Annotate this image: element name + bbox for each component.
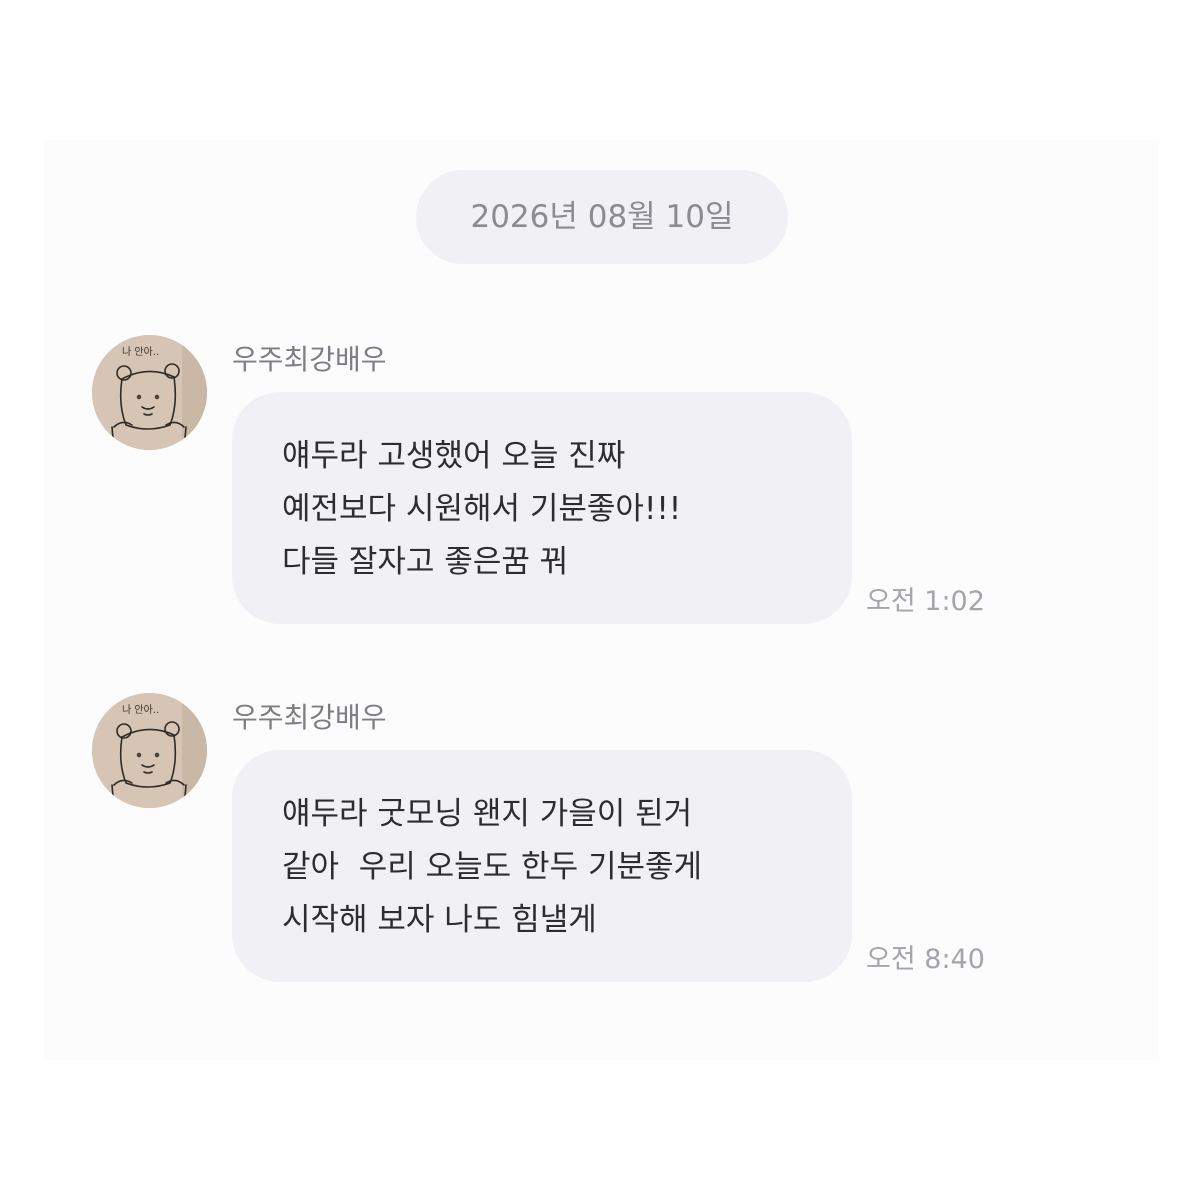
message-line: 같아 우리 오늘도 한두 기분좋게 [282,849,703,885]
message-bubble[interactable]: 얘두라 고생했어 오늘 진짜 예전보다 시원해서 기분좋아!!! 다들 잘자고 … [232,392,852,624]
message-line: 예전보다 시원해서 기분좋아!!! [282,491,682,527]
avatar-caption: 나 안아.. [122,704,159,716]
message-timestamp: 오전 8:40 [866,944,985,975]
avatar-caption: 나 안아.. [122,346,159,358]
sender-avatar-1[interactable]: 나 안아.. [92,335,207,450]
message-line: 시작해 보자 나도 힘낼게 [282,902,597,938]
date-separator: 2026년 08월 10일 [416,170,788,264]
sender-name: 우주최강배우 [232,343,387,376]
message-line: 얘두라 굿모닝 왠지 가을이 된거 [282,796,693,832]
sender-avatar-2[interactable]: 나 안아.. [92,693,207,808]
bear-drawing-icon: 나 안아.. [92,693,207,808]
bear-drawing-icon: 나 안아.. [92,335,207,450]
message-line: 얘두라 고생했어 오늘 진짜 [282,438,626,474]
message-bubble[interactable]: 얘두라 굿모닝 왠지 가을이 된거 같아 우리 오늘도 한두 기분좋게 시작해 … [232,750,852,982]
message-line: 다들 잘자고 좋은꿈 꿔 [282,544,569,580]
message-timestamp: 오전 1:02 [866,586,985,617]
sender-name: 우주최강배우 [232,701,387,734]
